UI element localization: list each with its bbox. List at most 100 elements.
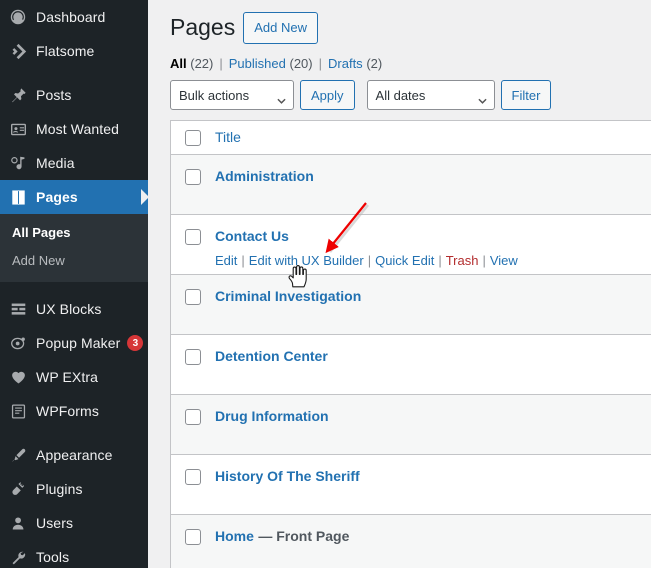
- pages-submenu: All Pages Add New: [0, 214, 148, 282]
- row-checkbox[interactable]: [185, 169, 201, 185]
- sidebar-item-label: Users: [36, 515, 74, 531]
- form-icon: [8, 401, 28, 421]
- row-title-link[interactable]: Home: [215, 528, 254, 544]
- row-select-cell: [171, 335, 215, 365]
- row-title-link[interactable]: Contact Us: [215, 228, 289, 244]
- action-separator: |: [482, 252, 486, 268]
- row-action-edit[interactable]: Edit: [215, 253, 237, 268]
- page-title: Pages: [170, 14, 236, 41]
- action-separator: |: [438, 252, 442, 268]
- sidebar-item-wpforms[interactable]: WPForms: [0, 394, 148, 428]
- select-all-checkbox[interactable]: [185, 129, 201, 146]
- row-action-quick-edit[interactable]: Quick Edit: [375, 253, 434, 268]
- row-checkbox[interactable]: [185, 289, 201, 305]
- sidebar-item-posts[interactable]: Posts: [0, 78, 148, 112]
- sidebar-item-plugins[interactable]: Plugins: [0, 472, 148, 506]
- pages-icon: [8, 187, 28, 207]
- bulk-actions-select[interactable]: Bulk actions: [170, 80, 294, 110]
- sidebar-item-label: Flatsome: [36, 43, 95, 59]
- view-filter-drafts-count: (2): [366, 56, 383, 71]
- row-checkbox[interactable]: [185, 409, 201, 425]
- add-new-button[interactable]: Add New: [243, 12, 318, 44]
- sidebar-item-label: Pages: [36, 189, 78, 205]
- blocks-icon: [8, 299, 28, 319]
- heart-icon: [8, 367, 28, 387]
- row-title-cell: History Of The Sheriff: [215, 455, 651, 487]
- bulk-actions-value: Bulk actions: [179, 87, 250, 103]
- table-header-row: Title: [171, 121, 651, 155]
- sidebar-item-users[interactable]: Users: [0, 506, 148, 540]
- sidebar-item-appearance[interactable]: Appearance: [0, 438, 148, 472]
- date-filter-select[interactable]: All dates: [366, 80, 495, 110]
- sidebar-item-label: WP EXtra: [36, 369, 99, 385]
- chevron-down-icon: [277, 92, 286, 104]
- select-all-cell: [171, 129, 215, 146]
- row-title-link[interactable]: Detention Center: [215, 348, 328, 364]
- sidebar-item-wp-extra[interactable]: WP EXtra: [0, 360, 148, 394]
- sidebar-item-label: Popup Maker: [36, 335, 121, 351]
- row-title-cell: Criminal Investigation: [215, 275, 651, 307]
- sidebar-item-ux-blocks[interactable]: UX Blocks: [0, 292, 148, 326]
- submenu-item-add-new[interactable]: Add New: [0, 247, 148, 275]
- row-select-cell: [171, 215, 215, 245]
- table-row: Criminal Investigation: [171, 275, 651, 335]
- sidebar-item-flatsome[interactable]: Flatsome: [0, 34, 148, 68]
- pin-icon: [8, 85, 28, 105]
- sidebar-separator: [0, 428, 148, 438]
- sidebar-item-media[interactable]: Media: [0, 146, 148, 180]
- sidebar-item-label: WPForms: [36, 403, 99, 419]
- row-title-link[interactable]: Administration: [215, 168, 314, 184]
- sidebar-item-label: Dashboard: [36, 9, 106, 25]
- view-filter-list: All (22) | Published (20) | Drafts (2): [170, 54, 651, 74]
- table-row: Home — Front Page: [171, 515, 651, 568]
- row-action-edit-with-ux-builder[interactable]: Edit with UX Builder: [249, 253, 364, 268]
- view-filter-all-link[interactable]: All: [170, 56, 187, 71]
- sidebar-item-most-wanted[interactable]: Most Wanted: [0, 112, 148, 146]
- row-action-view[interactable]: View: [490, 253, 518, 268]
- table-navigation: Bulk actions Apply All dates Filter: [170, 80, 651, 110]
- row-title-link[interactable]: Criminal Investigation: [215, 288, 361, 304]
- popup-maker-badge: 3: [127, 335, 144, 351]
- view-separator: |: [318, 56, 323, 71]
- row-checkbox[interactable]: [185, 469, 201, 485]
- id-card-icon: [8, 119, 28, 139]
- row-select-cell: [171, 155, 215, 185]
- sidebar-item-label: Media: [36, 155, 75, 171]
- row-actions: Edit | Edit with UX Builder | Quick Edit | Tra…: [215, 251, 651, 271]
- view-filter-drafts[interactable]: Drafts (2): [328, 54, 382, 74]
- column-header-title[interactable]: Title: [215, 129, 241, 145]
- row-title-link[interactable]: History Of The Sheriff: [215, 468, 360, 484]
- row-checkbox[interactable]: [185, 349, 201, 365]
- view-filter-all[interactable]: All (22): [170, 54, 213, 74]
- view-filter-drafts-link[interactable]: Drafts: [328, 56, 363, 71]
- table-row: Detention Center: [171, 335, 651, 395]
- sidebar-item-pages[interactable]: Pages: [0, 180, 148, 214]
- sidebar-item-label: Posts: [36, 87, 72, 103]
- sidebar-item-label: Plugins: [36, 481, 83, 497]
- wrench-icon: [8, 547, 28, 567]
- submenu-item-all-pages[interactable]: All Pages: [0, 219, 148, 247]
- sidebar-item-dashboard[interactable]: Dashboard: [0, 0, 148, 34]
- view-filter-published[interactable]: Published (20): [229, 54, 313, 74]
- row-checkbox[interactable]: [185, 529, 201, 545]
- row-action-trash[interactable]: Trash: [446, 253, 479, 268]
- row-title-link[interactable]: Drug Information: [215, 408, 329, 424]
- row-select-cell: [171, 515, 215, 545]
- column-header-title-cell: Title: [215, 129, 651, 147]
- sidebar-item-tools[interactable]: Tools: [0, 540, 148, 568]
- submenu-item-label: All Pages: [12, 225, 71, 240]
- apply-button[interactable]: Apply: [300, 80, 355, 110]
- row-checkbox[interactable]: [185, 229, 201, 245]
- table-row: Drug Information: [171, 395, 651, 455]
- view-filter-published-link[interactable]: Published: [229, 56, 286, 71]
- sidebar-item-label: Most Wanted: [36, 121, 120, 137]
- table-row: Administration: [171, 155, 651, 215]
- row-title-cell: Home — Front Page: [215, 515, 651, 547]
- dashboard-icon: [8, 7, 28, 27]
- sidebar-item-label: Tools: [36, 549, 70, 565]
- submenu-item-label: Add New: [12, 253, 65, 268]
- sidebar-separator: [0, 68, 148, 78]
- admin-sidebar: Dashboard Flatsome Posts Most Wanted Med…: [0, 0, 148, 568]
- sidebar-item-popup-maker[interactable]: Popup Maker 3: [0, 326, 148, 360]
- filter-button[interactable]: Filter: [500, 80, 552, 110]
